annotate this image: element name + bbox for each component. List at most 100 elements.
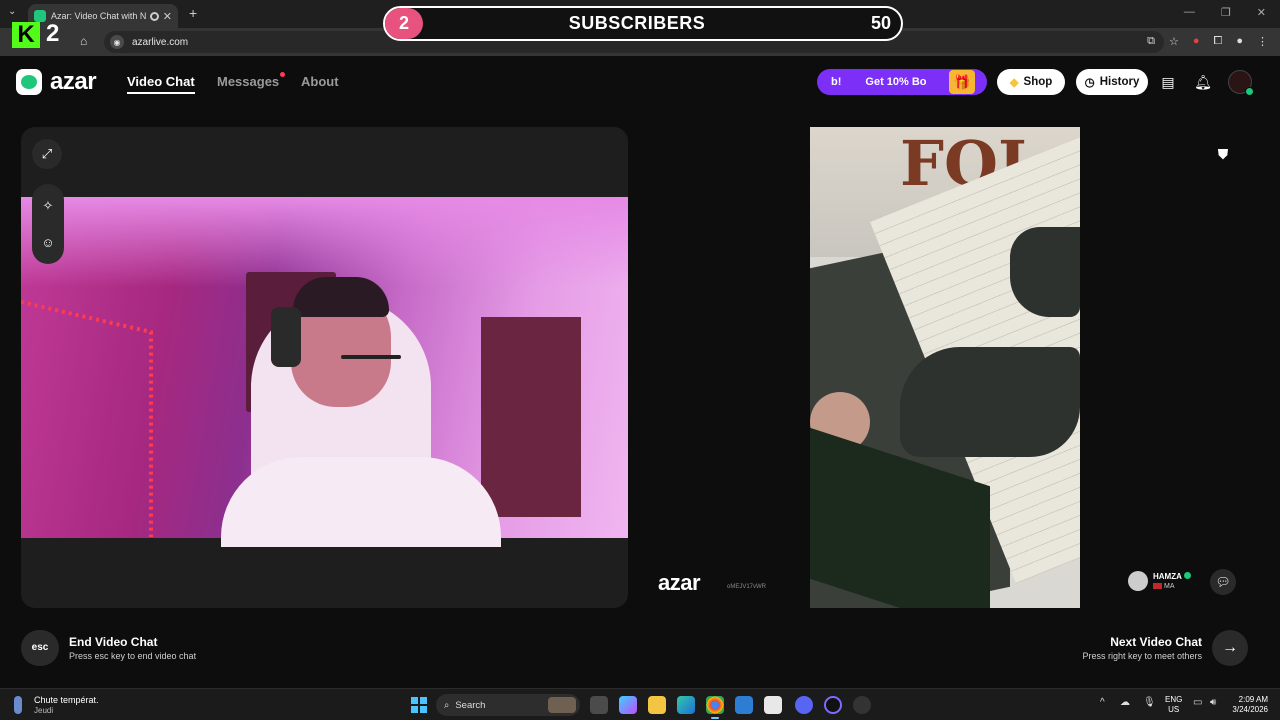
m365-copilot-icon[interactable] xyxy=(619,696,637,714)
file-explorer-icon[interactable] xyxy=(648,696,666,714)
end-chat-title: End Video Chat xyxy=(69,635,158,649)
home-icon[interactable]: ⌂ xyxy=(80,34,94,48)
report-shield-icon[interactable]: ⛊ xyxy=(1213,144,1233,164)
promo-left-text: b! xyxy=(831,76,842,88)
partner-name: HAMZA xyxy=(1153,571,1182,581)
taskbar-search-label: Search xyxy=(455,699,486,711)
next-chat-button[interactable]: → xyxy=(1212,630,1248,666)
onedrive-cloud-icon[interactable]: ☁ xyxy=(1120,697,1130,708)
taskbar-search[interactable]: ⌕ Search xyxy=(436,694,580,716)
volume-icon[interactable]: 🔊︎ xyxy=(1210,697,1216,708)
weather-line2[interactable]: Jeudi xyxy=(34,706,53,715)
cast-icon[interactable]: ⧉ xyxy=(1147,35,1155,48)
face-filter-icon[interactable]: ☺ xyxy=(41,235,54,250)
more-menu-icon[interactable]: ⋮ xyxy=(1257,35,1268,48)
recording-indicator-icon xyxy=(149,11,159,21)
chrome-browser-icon[interactable] xyxy=(706,696,724,719)
end-chat-hint: Press esc key to end video chat xyxy=(69,651,197,661)
tab-search-chevron-icon[interactable]: ⌄ xyxy=(8,6,16,17)
azar-watermark: azar xyxy=(658,570,701,595)
next-chat-title: Next Video Chat xyxy=(1110,635,1202,649)
partner-video-panel: FOL xyxy=(640,127,1250,608)
clock-date: 3/24/2026 xyxy=(1232,705,1268,714)
partner-profile-tag[interactable]: HAMZA MA xyxy=(1128,571,1191,591)
expand-icon[interactable]: ⤢ xyxy=(32,139,62,169)
nav-messages-label: Messages xyxy=(217,74,280,89)
gem-icon: ◆ xyxy=(1009,77,1019,89)
subscriber-goal: 50 xyxy=(870,13,891,33)
kick-logo-icon: K xyxy=(12,21,40,48)
watermark-id: oMEJV17vWR xyxy=(727,584,767,590)
magic-wand-icon[interactable]: ✧ xyxy=(43,198,54,214)
verified-badge-icon xyxy=(1183,571,1191,579)
partner-video-feed: FOL xyxy=(810,127,1080,608)
history-button[interactable]: ◷ History xyxy=(1076,69,1148,95)
app-icon[interactable] xyxy=(853,696,871,714)
nav-video-chat[interactable]: Video Chat xyxy=(127,74,195,94)
self-video-panel: ⤢ ✧ ☺ xyxy=(21,127,628,608)
avatar[interactable] xyxy=(1228,70,1254,96)
subscriber-current: 2 xyxy=(385,8,423,39)
windows-start-icon[interactable] xyxy=(411,697,427,713)
extensions-puzzle-icon[interactable]: ⧠ xyxy=(1214,35,1223,48)
thermometer-icon[interactable] xyxy=(14,696,22,714)
maximize-icon[interactable]: ❐ xyxy=(1221,6,1231,19)
tab-title: Azar: Video Chat with New xyxy=(51,11,146,21)
morocco-flag-icon xyxy=(1153,582,1162,589)
keyboard-region: US xyxy=(1168,705,1180,714)
subscriber-label: SUBSCRIBERS xyxy=(568,13,706,33)
unread-dot-icon xyxy=(280,72,286,77)
nav-about[interactable]: About xyxy=(301,74,339,89)
online-status-icon xyxy=(1245,87,1254,96)
partner-country: MA xyxy=(1164,582,1175,590)
edge-browser-icon[interactable] xyxy=(677,696,695,714)
site-info-icon[interactable]: ◉ xyxy=(110,35,124,49)
obs-icon[interactable] xyxy=(824,696,842,714)
partner-avatar xyxy=(1128,571,1148,591)
search-icon: ⌕ xyxy=(444,699,450,711)
new-tab-button[interactable]: + xyxy=(189,5,197,21)
profile-icon[interactable]: ● xyxy=(1236,35,1243,48)
toolbar-icons: ⧉ ☆ ● ⧠ ● ⋮ xyxy=(1147,35,1268,48)
language-indicator[interactable]: ENG US xyxy=(1165,695,1182,715)
azar-wordmark[interactable]: azar xyxy=(50,68,97,96)
bookmark-star-icon[interactable]: ☆ xyxy=(1169,35,1179,48)
ms-store-icon[interactable] xyxy=(764,696,782,714)
clock-time: 2:09 AM xyxy=(1238,695,1268,704)
azar-logo-icon[interactable] xyxy=(16,69,42,95)
network-icon[interactable]: ▭ xyxy=(1193,697,1202,708)
led-strip xyxy=(21,300,153,537)
shop-button[interactable]: ◆ Shop xyxy=(997,69,1065,95)
minimize-icon[interactable]: — xyxy=(1184,6,1195,19)
weather-line1[interactable]: Chute températ. xyxy=(34,695,99,705)
kick-viewer-count: 2 xyxy=(46,20,60,47)
nav-messages[interactable]: Messages xyxy=(217,72,286,89)
window-controls: — ❐ ✕ xyxy=(1184,6,1266,19)
bell-icon[interactable]: 🔔︎ xyxy=(1193,72,1213,92)
discord-icon[interactable] xyxy=(795,696,813,714)
inbox-icon[interactable]: ▤ xyxy=(1158,72,1178,92)
self-video-feed xyxy=(21,197,628,547)
azar-header: azar Video Chat Messages About b! Get 10… xyxy=(0,56,1280,108)
end-chat-button[interactable]: esc xyxy=(21,630,59,666)
microphone-icon[interactable]: 🎙︎ xyxy=(1143,697,1156,708)
self-person xyxy=(211,257,511,547)
language-code: ENG xyxy=(1165,695,1183,704)
chat-bubble-icon[interactable]: 💬︎ xyxy=(1210,569,1236,595)
search-highlight-image xyxy=(548,697,576,713)
promo-banner[interactable]: b! Get 10% Bo 🎁 xyxy=(817,69,987,95)
clock-icon: ◷ xyxy=(1084,77,1095,89)
subscriber-goal-bar: 2 SUBSCRIBERS 50 xyxy=(383,6,903,41)
close-window-icon[interactable]: ✕ xyxy=(1257,6,1266,19)
effects-toolbar: ✧ ☺ xyxy=(32,184,64,264)
system-clock[interactable]: 2:09 AM 3/24/2026 xyxy=(1232,695,1268,715)
mail-icon[interactable] xyxy=(735,696,753,714)
extension-badge-icon[interactable]: ● xyxy=(1193,35,1200,48)
url-text: azarlive.com xyxy=(132,36,189,48)
close-tab-icon[interactable]: ✕ xyxy=(163,10,172,23)
tray-overflow-icon[interactable]: ^ xyxy=(1100,697,1105,708)
taskbar: Chute températ. Jeudi ⌕ Search ^ ☁ 🎙︎ EN… xyxy=(0,688,1280,720)
shop-label: Shop xyxy=(1023,76,1053,88)
azar-favicon-icon xyxy=(34,10,46,22)
task-view-icon[interactable] xyxy=(590,696,608,714)
